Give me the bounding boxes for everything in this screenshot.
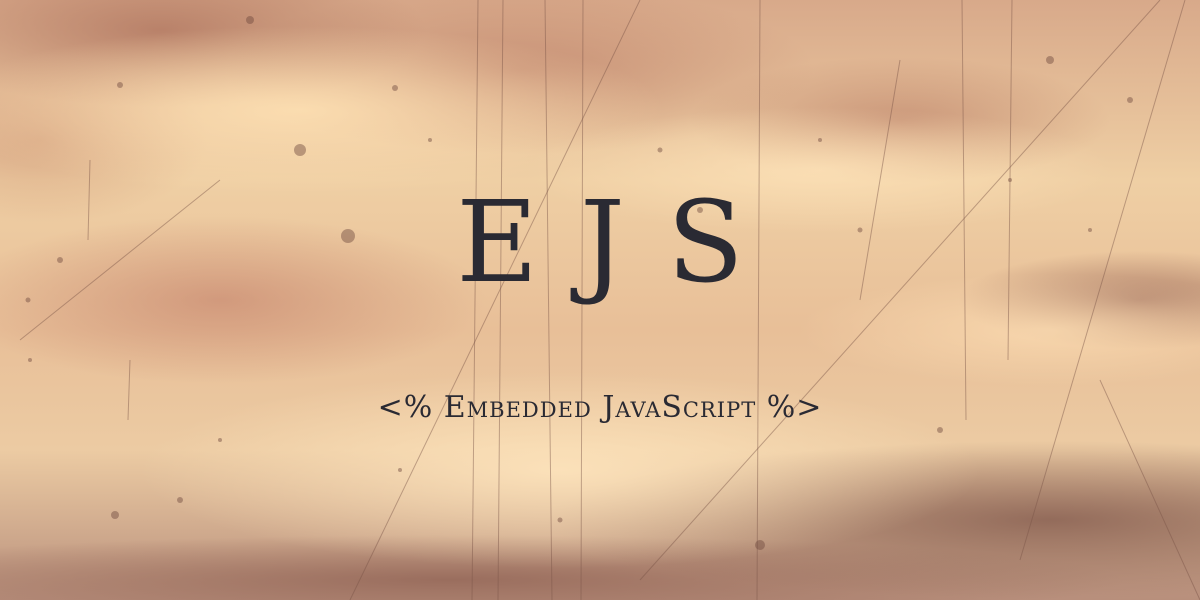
tagline: <% Embedded JavaScript %> <box>377 390 823 425</box>
logo-title: EJS <box>456 178 786 308</box>
